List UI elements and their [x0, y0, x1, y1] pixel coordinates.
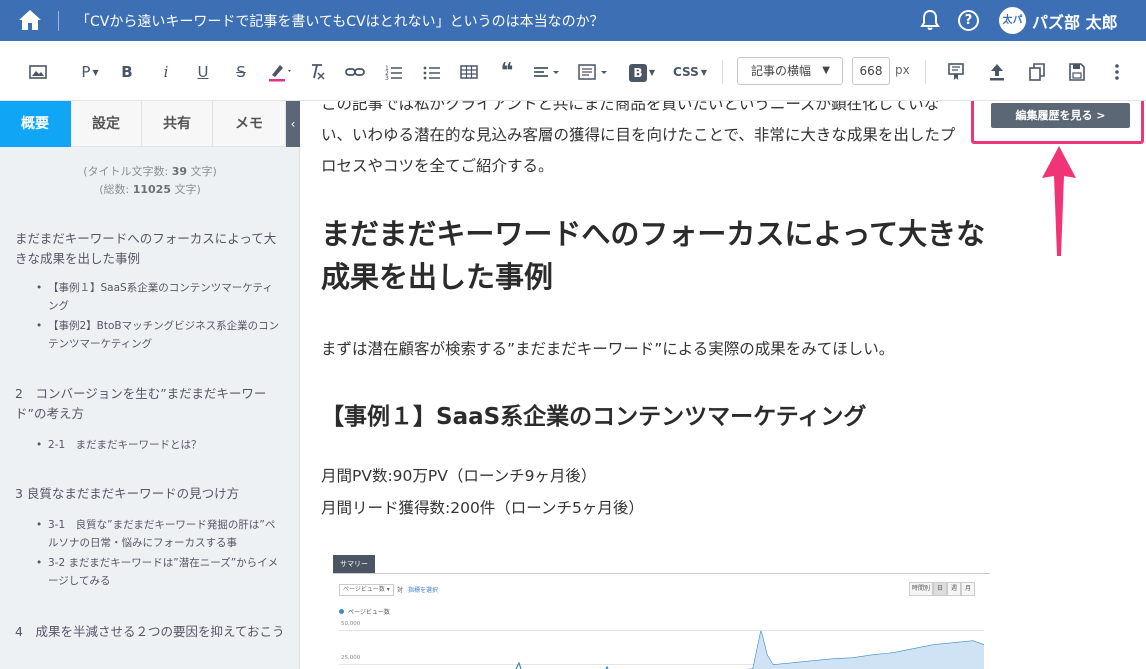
width-input[interactable]: 668	[852, 57, 890, 85]
title-count-prefix: (タイトル文字数:	[83, 165, 172, 178]
divider	[722, 60, 723, 84]
toc-heading[interactable]: 4 成果を半減させる２つの要因を抑えておこう	[0, 622, 300, 642]
chevron-down-icon: ▼	[822, 65, 830, 76]
section-heading[interactable]: まだまだキーワードへのフォーカスによって大きな成果を出した事例	[321, 213, 1001, 299]
summary-tab: サマリー	[333, 555, 375, 573]
preview-icon[interactable]	[946, 61, 966, 83]
document-title: 「CVから遠いキーワードで記事を書いてもCVはとれない」というのは本当なのか？	[76, 14, 604, 30]
edit-history-button[interactable]: 編集履歴を見る >	[991, 103, 1130, 128]
segment-hourly: 時間別	[909, 582, 933, 596]
toc-heading[interactable]: 2 コンバージョンを生む”まだまだキーワード”の考え方	[0, 384, 300, 424]
pageview-trend-line	[515, 630, 985, 669]
sidebar: 概要 設定 共有 メモ ‹ (タイトル文字数: 39 文字) (総数: 1102…	[0, 101, 300, 669]
stat-line[interactable]: 月間リード獲得数:200件（ローンチ5ヶ月後）	[321, 493, 1001, 524]
intro-line[interactable]: ロセスやコツを全てご紹介する。	[321, 151, 1001, 182]
case-heading[interactable]: 【事例１】SaaS系企業のコンテンツマーケティング	[321, 397, 866, 431]
highlight-frame: 編集履歴を見る >	[971, 101, 1144, 144]
user-name[interactable]: パズ部 太郎	[1032, 9, 1118, 33]
tab-overview[interactable]: 概要	[0, 101, 71, 147]
article-editor[interactable]: この記事では私がクライアントと共にまだ商品を買いたいというニーズが顕在化していな…	[300, 101, 1146, 669]
ordered-list-icon[interactable]: 123	[385, 61, 403, 83]
bell-icon[interactable]	[919, 9, 941, 31]
analytics-screenshot: サマリー ページビュー数 ▾ 対 指標を選択 時間別 日 週 月 ページビュー数…	[333, 547, 990, 669]
paragraph-format-button[interactable]: P ▼	[75, 61, 105, 83]
strikethrough-button[interactable]: S	[233, 61, 249, 83]
upload-icon[interactable]	[987, 61, 1007, 83]
table-of-contents: まだまだキーワードへのフォーカスによって大きな成果を出した事例 【事例１】Saa…	[0, 219, 300, 642]
toc-item[interactable]: 2-1 まだまだキーワードとは？	[0, 436, 300, 454]
divider	[58, 11, 59, 31]
lead-paragraph[interactable]: まずは潜在顧客が検索する”まだまだキーワード”による実際の成果をみてほしい。	[321, 334, 1001, 365]
legend-dot	[339, 609, 344, 614]
image-icon[interactable]	[29, 61, 49, 83]
italic-button[interactable]: i	[158, 61, 174, 83]
box-style-button[interactable]: B ▼	[625, 61, 659, 83]
article-width-label: 記事の横幅	[751, 64, 812, 78]
total-char-count: (総数: 11025 文字)	[0, 181, 300, 197]
tab-share[interactable]: 共有	[142, 101, 213, 147]
table-icon[interactable]	[460, 61, 478, 83]
collapse-sidebar-button[interactable]: ‹	[286, 101, 300, 147]
vs-label: 対	[397, 587, 404, 594]
title-count-value: 39	[171, 165, 187, 178]
toc-heading[interactable]: まだまだキーワードへのフォーカスによって大きな成果を出した事例	[0, 229, 300, 269]
block-style-button[interactable]	[577, 61, 611, 83]
segment-week: 週	[947, 582, 961, 596]
clear-format-icon[interactable]	[308, 61, 326, 83]
toc-heading[interactable]: 3 良質なまだまだキーワードの見つけ方	[0, 484, 300, 504]
chevron-down-icon: ▼	[700, 67, 707, 77]
bullet-list-icon[interactable]	[423, 61, 441, 83]
intro-line[interactable]: この記事では私がクライアントと共にまだ商品を買いたいというニーズが顕在化していな	[321, 101, 1001, 120]
paragraph-label: P	[81, 63, 91, 81]
title-char-count: (タイトル文字数: 39 文字)	[0, 163, 300, 179]
toc-item[interactable]: 【事例2】BtoBマッチングビジネス系企業のコンテンツマーケティング	[0, 317, 300, 353]
highlight-button[interactable]	[267, 61, 295, 83]
toc-item[interactable]: 【事例１】SaaS系企業のコンテンツマーケティング	[0, 279, 300, 315]
total-count-suffix: 文字)	[170, 183, 201, 196]
bold-button[interactable]: B	[119, 61, 135, 83]
chevron-down-icon: ▼	[92, 67, 99, 77]
total-count-value: 11025	[132, 183, 171, 196]
underline-button[interactable]: U	[195, 61, 211, 83]
css-label: CSS	[673, 65, 699, 79]
select-metric-link: 指標を選択	[408, 587, 439, 594]
intro-line[interactable]: い、いわゆる潜在的な見込み客層の獲得に目を向けたことで、非常に大きな成果を出した…	[321, 120, 1001, 151]
segment-day: 日	[933, 582, 947, 596]
quote-icon[interactable]: ❝	[498, 61, 516, 83]
tab-settings[interactable]: 設定	[71, 101, 142, 147]
divider	[333, 573, 990, 574]
sidebar-tabs: 概要 設定 共有 メモ ‹	[0, 101, 300, 147]
chevron-down-icon: ▼	[648, 67, 656, 77]
editor-toolbar: P ▼ B i U S 123 ❝ B ▼ CSS ▼ 記事の横幅 ▼ 668 px	[0, 41, 1146, 101]
css-button[interactable]: CSS ▼	[670, 61, 710, 83]
total-count-prefix: (総数:	[99, 183, 133, 196]
segment-month: 月	[961, 582, 975, 596]
link-icon[interactable]	[345, 61, 365, 83]
svg-text:3: 3	[385, 75, 389, 82]
article-width-select[interactable]: 記事の横幅 ▼	[737, 57, 843, 85]
avatar[interactable]: 太パ	[999, 7, 1026, 34]
align-button[interactable]	[532, 61, 562, 83]
width-unit: px	[895, 63, 910, 77]
chart-legend: ページビュー数	[339, 607, 390, 616]
copy-icon[interactable]	[1027, 61, 1047, 83]
tab-memo[interactable]: メモ	[213, 101, 286, 147]
block-label: B	[628, 63, 647, 82]
more-icon[interactable]	[1107, 61, 1127, 83]
divider	[925, 60, 926, 84]
toc-item[interactable]: 3-1 良質な”まだまだキーワード発掘の肝は”ペルソナの日常・悩みにフォーカスす…	[0, 516, 300, 552]
metric-select: ページビュー数 ▾	[339, 584, 394, 596]
legend-label: ページビュー数	[348, 609, 390, 616]
stat-line[interactable]: 月間PV数:90万PV（ローンチ9ヶ月後）	[321, 461, 1001, 492]
top-bar: 「CVから遠いキーワードで記事を書いてもCVはとれない」というのは本当なのか？ …	[0, 0, 1146, 41]
save-icon[interactable]	[1067, 61, 1087, 83]
pointer-arrow-icon	[1040, 146, 1078, 262]
home-icon[interactable]	[18, 9, 42, 31]
title-count-suffix: 文字)	[187, 165, 217, 178]
help-icon[interactable]: ?	[958, 10, 979, 31]
toc-item[interactable]: 3-2 まだまだキーワードは”潜在ニーズ”からイメージしてみる	[0, 554, 300, 590]
